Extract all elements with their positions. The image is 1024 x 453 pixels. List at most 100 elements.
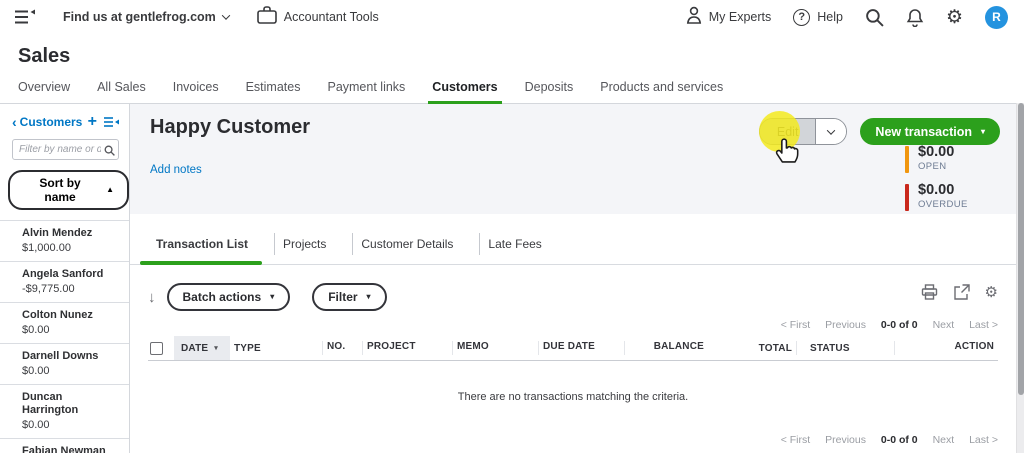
triangle-down-icon: ▾: [980, 126, 985, 136]
column-no: NO.: [322, 341, 362, 355]
select-all-checkbox[interactable]: [150, 341, 163, 355]
table-settings-gear-icon[interactable]: ⚙: [985, 285, 998, 300]
help-icon: ?: [793, 8, 811, 26]
triangle-down-icon: ▾: [270, 292, 275, 301]
pagination-bottom: < First Previous 0-0 of 0 Next Last >: [769, 434, 998, 446]
chevron-down-icon: [221, 11, 231, 20]
customer-list-item[interactable]: Alvin Mendez $1,000.00: [0, 221, 129, 262]
customer-name: Alvin Mendez: [22, 227, 93, 239]
customer-balance: $0.00: [22, 324, 50, 336]
print-icon[interactable]: [921, 284, 938, 300]
sort-triangle-icon: ▾: [214, 344, 218, 352]
company-selector[interactable]: Find us at gentlefrog.com: [63, 10, 231, 24]
tab-estimates[interactable]: Estimates: [246, 80, 301, 103]
edit-split-button[interactable]: Edit: [758, 118, 848, 145]
pagination-range: 0-0 of 0: [880, 319, 918, 331]
pagination-first[interactable]: < First: [781, 319, 810, 331]
my-experts-label: My Experts: [708, 10, 772, 24]
customer-balance: -$9,775.00: [22, 283, 75, 295]
customer-name: Duncan Harrington: [22, 391, 79, 416]
customer-list-item[interactable]: Angela Sanford -$9,775.00: [0, 262, 129, 303]
notifications-bell-icon[interactable]: [906, 8, 924, 27]
triangle-down-icon: ▾: [366, 292, 371, 301]
person-icon: [686, 6, 702, 29]
export-icon[interactable]: [953, 284, 970, 300]
column-action: ACTION: [894, 341, 998, 355]
batch-actions-label: Batch actions: [182, 290, 262, 304]
filter-button[interactable]: Filter ▾: [312, 283, 387, 311]
tab-products-services[interactable]: Products and services: [600, 80, 723, 103]
help-button[interactable]: ? Help: [793, 8, 843, 26]
collapse-menu-icon[interactable]: [14, 9, 35, 25]
customer-balance: $1,000.00: [22, 242, 71, 254]
chevron-left-icon: ‹: [12, 114, 17, 130]
company-name: Find us at gentlefrog.com: [63, 10, 216, 24]
tab-all-sales[interactable]: All Sales: [97, 80, 146, 103]
help-label: Help: [817, 10, 843, 24]
tab-invoices[interactable]: Invoices: [173, 80, 219, 103]
add-customer-icon[interactable]: +: [88, 114, 97, 130]
customer-name: Fabian Newman: [22, 445, 106, 453]
pagination-next[interactable]: Next: [933, 434, 955, 446]
search-icon[interactable]: [865, 8, 884, 27]
tab-customer-details[interactable]: Customer Details: [353, 237, 479, 264]
tab-overview[interactable]: Overview: [18, 80, 70, 103]
transaction-table-header: DATE ▾ TYPE NO. PROJECT MEMO DUE DATE BA…: [148, 336, 998, 361]
column-total: TOTAL: [758, 342, 792, 354]
customer-list-item[interactable]: Darnell Downs $0.00: [0, 344, 129, 385]
tab-deposits[interactable]: Deposits: [525, 80, 574, 103]
column-date-label: DATE: [181, 342, 209, 354]
overdue-status-bar: [905, 184, 909, 211]
pagination-top: < First Previous 0-0 of 0 Next Last >: [130, 319, 998, 331]
sort-label: Sort by name: [39, 176, 81, 204]
triangle-up-icon: ▲: [106, 185, 114, 194]
sales-tab-bar: Overview All Sales Invoices Estimates Pa…: [0, 68, 1024, 104]
balance-summary: $0.00 OPEN $0.00 OVERDUE: [905, 144, 968, 220]
customer-header-section: Happy Customer Edit New transaction ▾ Ad…: [130, 104, 1016, 214]
back-to-customers-link[interactable]: ‹ Customers: [12, 115, 88, 129]
column-divider: [796, 341, 806, 355]
scrollbar-thumb[interactable]: [1018, 103, 1024, 395]
customer-name: Darnell Downs: [22, 350, 99, 362]
open-status-bar: [905, 146, 909, 173]
tab-late-fees[interactable]: Late Fees: [480, 237, 567, 264]
my-experts-button[interactable]: My Experts: [686, 6, 772, 29]
tab-projects[interactable]: Projects: [275, 237, 352, 264]
page-title: Sales: [18, 45, 71, 67]
pagination-next[interactable]: Next: [933, 319, 955, 331]
column-date[interactable]: DATE ▾: [174, 336, 230, 360]
customer-list-item[interactable]: Fabian Newman $0.00: [0, 439, 129, 453]
customer-list-item[interactable]: Colton Nunez $0.00: [0, 303, 129, 344]
pagination-last[interactable]: Last >: [969, 434, 998, 446]
batch-actions-button[interactable]: Batch actions ▾: [166, 283, 291, 311]
pagination-first[interactable]: < First: [781, 434, 810, 446]
open-amount: $0.00: [918, 144, 955, 160]
edit-dropdown-button[interactable]: [816, 119, 847, 144]
customer-filter-input[interactable]: [12, 139, 119, 160]
tab-customers[interactable]: Customers: [428, 80, 502, 104]
accountant-tools-button[interactable]: Accountant Tools: [256, 5, 379, 29]
sort-by-name-button[interactable]: Sort by name ▲: [8, 170, 129, 210]
user-avatar[interactable]: R: [985, 5, 1008, 29]
collapse-list-icon[interactable]: [104, 116, 119, 128]
edit-button[interactable]: Edit: [759, 119, 817, 144]
customer-name: Colton Nunez: [22, 309, 93, 321]
pagination-previous[interactable]: Previous: [825, 319, 866, 331]
customer-list: Alvin Mendez $1,000.00 Angela Sanford -$…: [0, 220, 129, 453]
add-notes-link[interactable]: Add notes: [150, 164, 202, 176]
tab-transaction-list[interactable]: Transaction List: [139, 237, 274, 265]
sort-down-arrow-icon[interactable]: ↓: [148, 289, 156, 306]
column-balance: BALANCE: [624, 341, 708, 355]
pagination-range: 0-0 of 0: [880, 434, 918, 446]
pagination-previous[interactable]: Previous: [825, 434, 866, 446]
column-project: PROJECT: [362, 341, 452, 355]
customer-name: Angela Sanford: [22, 268, 104, 280]
settings-gear-icon[interactable]: ⚙: [946, 8, 963, 27]
new-transaction-button[interactable]: New transaction ▾: [860, 118, 1000, 145]
customer-list-item[interactable]: Duncan Harrington $0.00: [0, 385, 129, 439]
customer-balance: $0.00: [22, 419, 50, 431]
filter-label: Filter: [328, 290, 358, 304]
pagination-last[interactable]: Last >: [969, 319, 998, 331]
tab-payment-links[interactable]: Payment links: [327, 80, 405, 103]
overdue-label: OVERDUE: [918, 199, 968, 210]
